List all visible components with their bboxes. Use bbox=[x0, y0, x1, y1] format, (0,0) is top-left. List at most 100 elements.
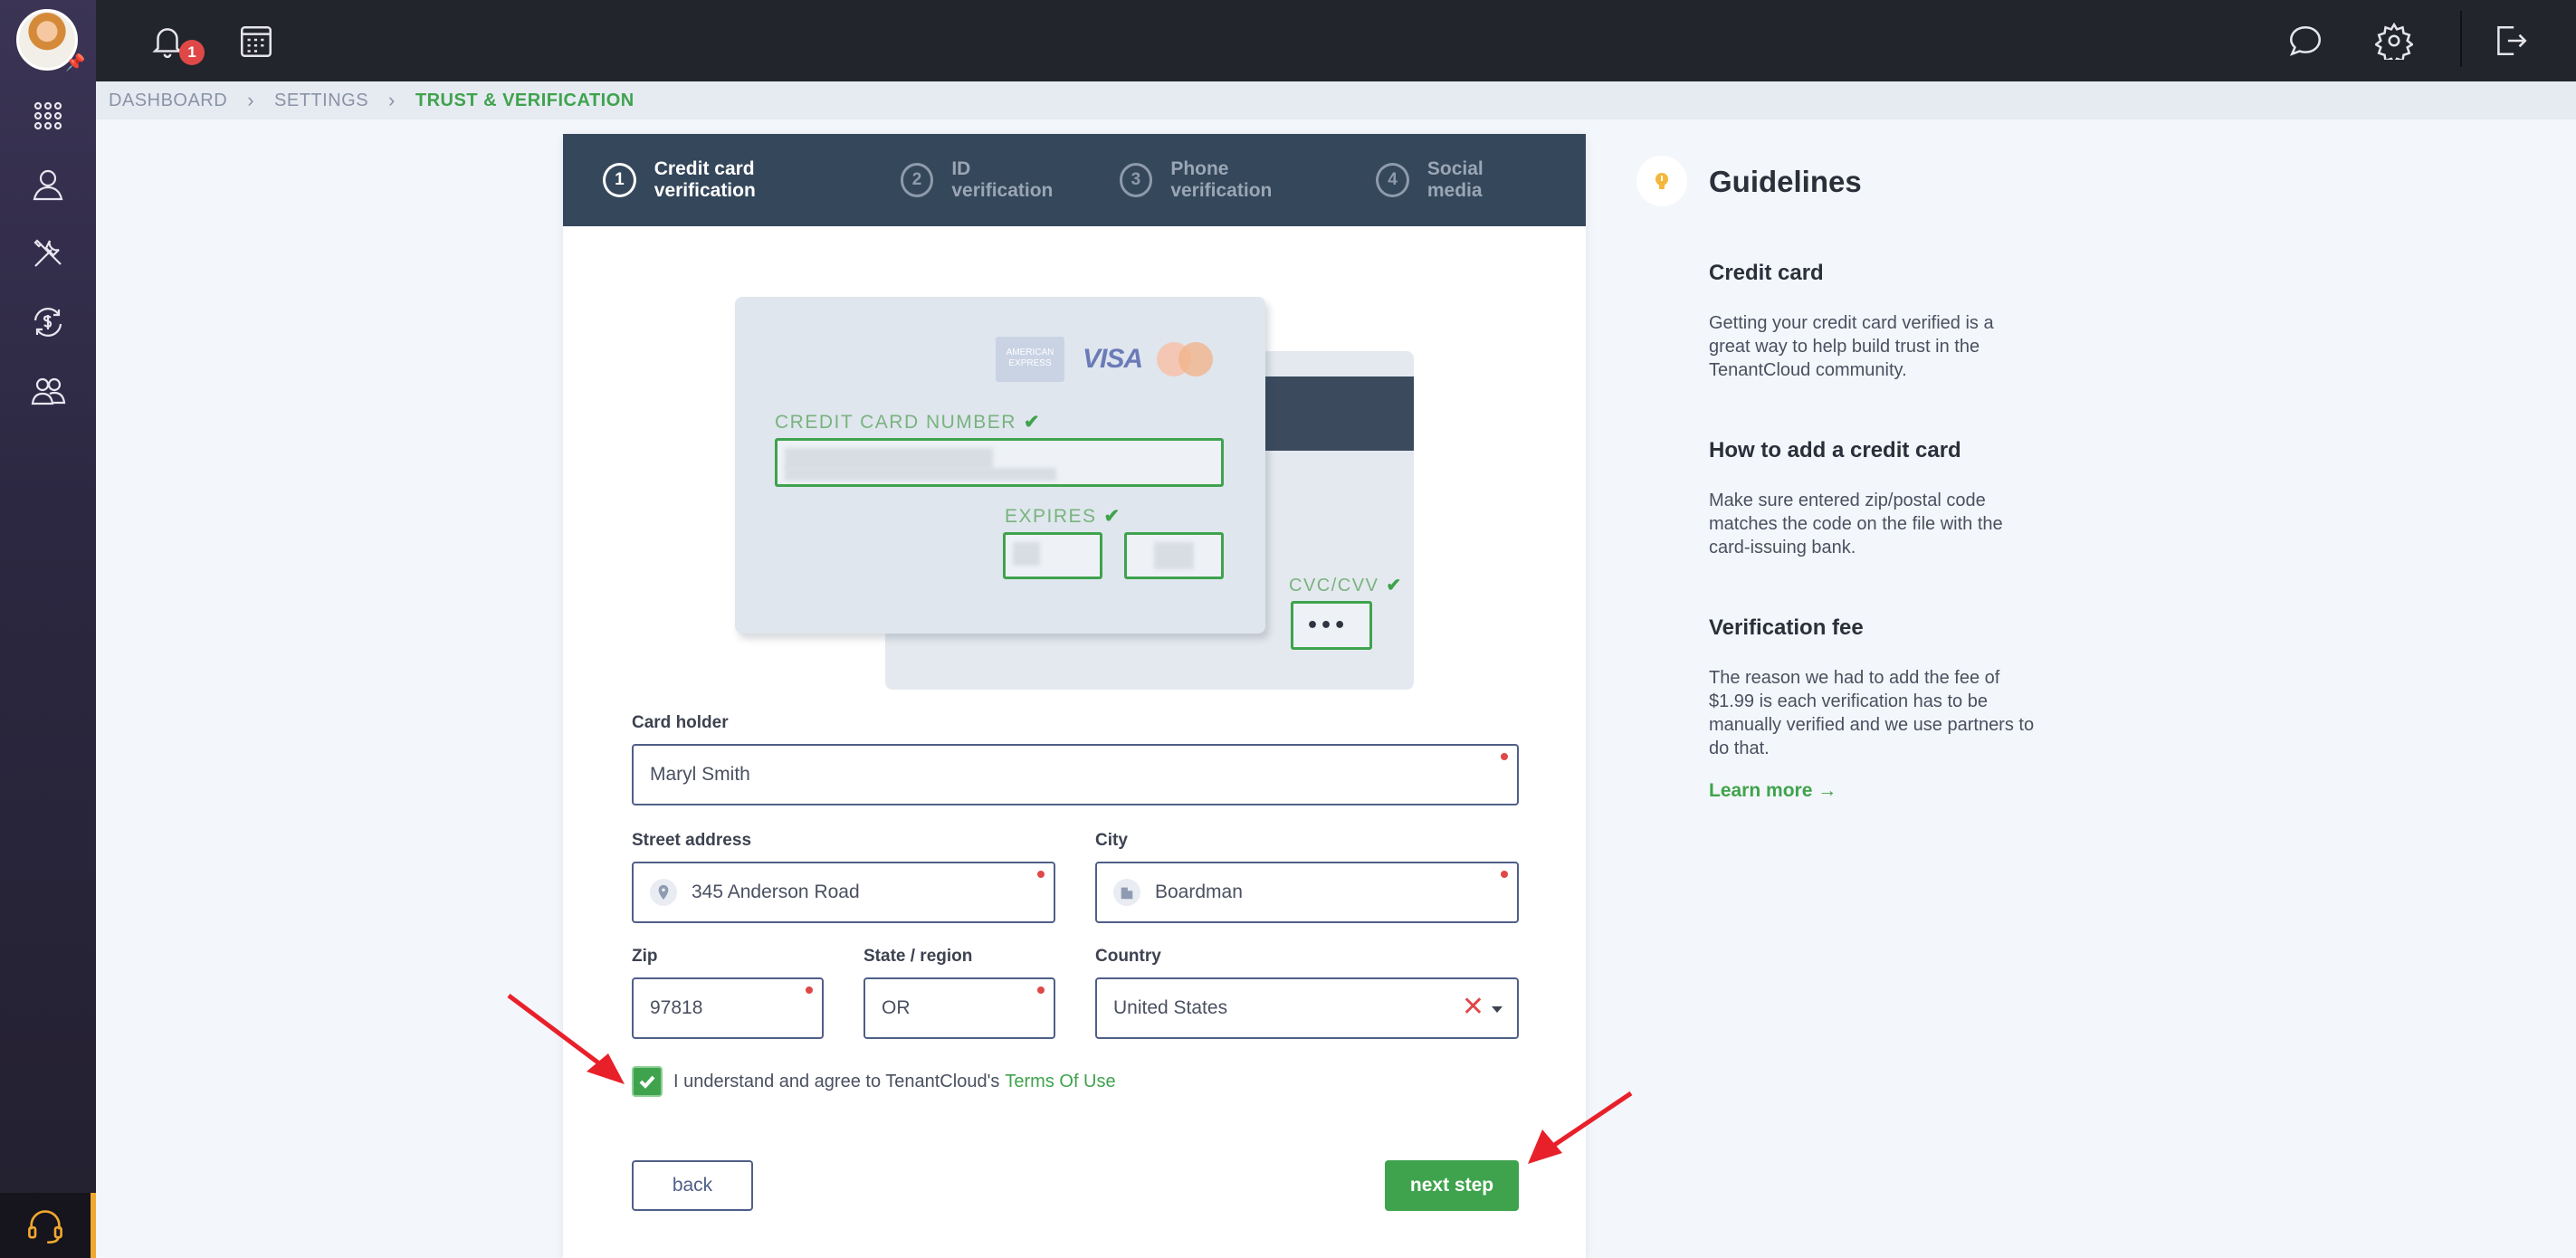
card-holder-input[interactable]: Maryl Smith bbox=[632, 744, 1519, 805]
street-input[interactable]: 345 Anderson Road bbox=[632, 862, 1055, 923]
chevron-right-icon: › bbox=[388, 89, 396, 111]
required-indicator bbox=[1501, 753, 1508, 760]
calendar-icon bbox=[240, 26, 272, 58]
card-front-illustration: AMERICAN EXPRESS VISA CREDIT CARD NUMBER… bbox=[735, 297, 1265, 634]
city-value: Boardman bbox=[1155, 882, 1243, 902]
top-bar: 1 bbox=[96, 0, 2576, 81]
street-label: Street address bbox=[632, 831, 752, 850]
zip-input[interactable]: 97818 bbox=[632, 977, 824, 1039]
notification-badge: 1 bbox=[179, 40, 205, 65]
step-label: Social media bbox=[1426, 158, 1484, 201]
support-button[interactable] bbox=[0, 1193, 96, 1258]
guideline-heading: Credit card bbox=[1709, 261, 1824, 285]
back-button[interactable]: back bbox=[632, 1160, 753, 1211]
street-value: 345 Anderson Road bbox=[692, 882, 860, 902]
step-label: Phone verification bbox=[1170, 158, 1273, 201]
terms-row: I understand and agree to TenantCloud's … bbox=[632, 1066, 1116, 1097]
location-pin-icon bbox=[650, 879, 677, 906]
step-social[interactable]: 4 Social media bbox=[1376, 158, 1539, 202]
step-number: 4 bbox=[1376, 163, 1409, 197]
team-icon bbox=[31, 377, 66, 405]
breadcrumb-dashboard[interactable]: DASHBOARD bbox=[109, 91, 227, 111]
annotation-arrow-next bbox=[1528, 1091, 1633, 1164]
chevron-right-icon: › bbox=[247, 89, 255, 111]
guideline-body: The reason we had to add the fee of $1.9… bbox=[1709, 668, 2035, 758]
lightbulb-icon bbox=[1636, 156, 1687, 206]
payments-icon bbox=[33, 308, 62, 337]
country-value: United States bbox=[1113, 997, 1228, 1018]
breadcrumb-settings[interactable]: SETTINGS bbox=[274, 91, 368, 111]
state-input[interactable]: OR bbox=[863, 977, 1055, 1039]
step-number: 1 bbox=[603, 163, 636, 197]
visa-logo: VISA bbox=[1083, 344, 1143, 374]
expires-label: EXPIRES ✔ bbox=[1005, 506, 1121, 527]
terms-of-use-link[interactable]: Terms Of Use bbox=[1005, 1072, 1115, 1092]
cvc-label: CVC/CVV ✔ bbox=[1289, 576, 1403, 596]
sidebar-item-team[interactable] bbox=[0, 357, 96, 425]
pin-icon: 📌 bbox=[65, 53, 86, 72]
headset-icon bbox=[28, 1210, 62, 1244]
step-phone[interactable]: 3 Phone verification bbox=[1119, 158, 1330, 202]
clear-icon[interactable]: ✕ bbox=[1462, 994, 1484, 1021]
guideline-heading: How to add a credit card bbox=[1709, 438, 1961, 462]
chevron-down-icon[interactable] bbox=[1492, 1006, 1503, 1013]
check-icon: ✔ bbox=[1386, 576, 1403, 596]
next-step-button[interactable]: next step bbox=[1385, 1160, 1519, 1211]
sidebar-item-apps[interactable] bbox=[0, 81, 96, 150]
terms-text: I understand and agree to TenantCloud's bbox=[673, 1071, 1000, 1091]
step-credit-card[interactable]: 1 Credit card verification bbox=[603, 158, 854, 202]
required-indicator bbox=[806, 986, 813, 994]
gear-icon bbox=[2375, 22, 2413, 60]
messages-button[interactable] bbox=[2281, 16, 2330, 65]
check-icon bbox=[639, 1075, 655, 1089]
city-label: City bbox=[1095, 831, 1128, 850]
card-number-label: CREDIT CARD NUMBER ✔ bbox=[775, 412, 1042, 433]
check-icon: ✔ bbox=[1023, 412, 1042, 433]
annotation-arrow-checkbox bbox=[507, 994, 625, 1084]
required-indicator bbox=[1037, 871, 1045, 878]
card-holder-value: Maryl Smith bbox=[650, 764, 750, 785]
cvc-field: ••• bbox=[1291, 601, 1372, 650]
topbar-divider bbox=[2460, 11, 2462, 67]
step-label: ID verification bbox=[951, 158, 1054, 201]
terms-checkbox[interactable] bbox=[632, 1066, 663, 1097]
step-id[interactable]: 2 ID verification bbox=[900, 158, 1073, 202]
sidebar-item-payments[interactable] bbox=[0, 288, 96, 357]
apps-grid-icon bbox=[33, 101, 62, 130]
expires-month-field bbox=[1003, 532, 1102, 579]
state-label: State / region bbox=[863, 947, 973, 966]
zip-value: 97818 bbox=[650, 997, 703, 1018]
state-value: OR bbox=[882, 997, 911, 1018]
logout-button[interactable] bbox=[2485, 16, 2534, 65]
logout-icon bbox=[2497, 26, 2527, 55]
step-number: 2 bbox=[900, 163, 934, 197]
learn-more-link[interactable]: Learn more → bbox=[1709, 780, 1837, 802]
amex-logo: AMERICAN EXPRESS bbox=[996, 337, 1064, 382]
sidebar: 📌 bbox=[0, 0, 96, 1258]
verification-wizard: 1 Credit card verification 2 ID verifica… bbox=[563, 134, 1586, 1258]
mastercard-logo bbox=[1157, 342, 1213, 378]
city-input[interactable]: Boardman bbox=[1095, 862, 1519, 923]
guideline-heading: Verification fee bbox=[1709, 615, 1864, 640]
tools-icon bbox=[33, 239, 62, 267]
wizard-steps: 1 Credit card verification 2 ID verifica… bbox=[563, 134, 1586, 226]
calendar-button[interactable] bbox=[232, 16, 281, 65]
guidelines-title: Guidelines bbox=[1709, 165, 1862, 198]
guideline-body: Make sure entered zip/postal code matche… bbox=[1709, 491, 2003, 558]
expires-year-field bbox=[1124, 532, 1224, 579]
user-icon bbox=[33, 169, 63, 201]
chat-icon bbox=[2289, 26, 2322, 56]
required-indicator bbox=[1501, 871, 1508, 878]
step-number: 3 bbox=[1119, 163, 1153, 197]
country-select[interactable]: United States ✕ bbox=[1095, 977, 1519, 1039]
settings-button[interactable] bbox=[2370, 16, 2419, 65]
avatar[interactable]: 📌 bbox=[16, 9, 86, 74]
card-number-field bbox=[775, 438, 1224, 487]
building-icon bbox=[1113, 879, 1140, 906]
sidebar-item-tools[interactable] bbox=[0, 219, 96, 288]
guideline-body: Getting your credit card verified is a g… bbox=[1709, 313, 1994, 380]
country-label: Country bbox=[1095, 947, 1161, 966]
breadcrumb: DASHBOARD › SETTINGS › TRUST & VERIFICAT… bbox=[96, 81, 2576, 119]
required-indicator bbox=[1037, 986, 1045, 994]
sidebar-item-profile[interactable] bbox=[0, 150, 96, 219]
